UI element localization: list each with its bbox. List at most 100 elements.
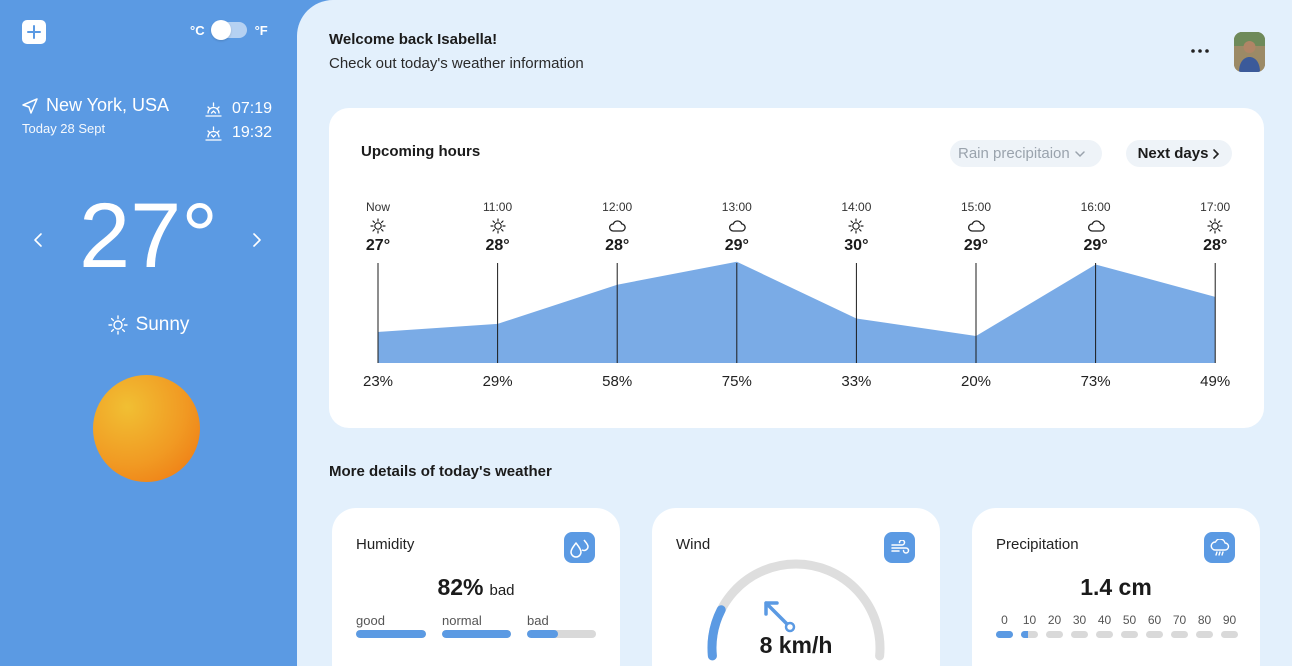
hour-time: 12:00 — [602, 200, 633, 214]
hour-time: Now — [365, 200, 390, 214]
precipitation-scale-tick: 10 — [1021, 613, 1038, 638]
precipitation-scale-tick: 40 — [1096, 613, 1113, 638]
humidity-number: 82% — [437, 574, 484, 600]
hour-column: Now 27° — [348, 200, 408, 257]
hour-temperature: 28° — [1203, 237, 1228, 254]
user-photo — [1234, 32, 1265, 72]
add-location-button[interactable] — [22, 20, 46, 44]
dropdown-value: Rain precipitaion — [958, 145, 1070, 162]
switch-knob — [210, 20, 231, 40]
chevron-right-icon — [253, 233, 261, 247]
hour-temperature: 28° — [605, 237, 630, 254]
humidity-tag: bad — [489, 582, 515, 599]
location-block: New York, USA Today 28 Sept — [22, 95, 169, 136]
humidity-scale-fill — [527, 630, 559, 638]
wind-needle-hub — [784, 621, 796, 633]
precipitation-scale-tick: 80 — [1196, 613, 1213, 638]
avatar[interactable] — [1234, 32, 1265, 72]
hour-time: 14:00 — [841, 200, 872, 214]
hour-column: 17:00 28° — [1185, 200, 1245, 257]
precipitation-percent: 33% — [841, 373, 872, 390]
sunrise-icon — [205, 101, 222, 117]
hour-time: 11:00 — [483, 200, 513, 214]
sun-times: 07:19 19:32 — [205, 97, 272, 145]
humidity-scale-bar — [356, 630, 426, 638]
cloud-icon — [1066, 215, 1126, 237]
precipitation-scale-label: 20 — [1047, 613, 1062, 627]
precipitation-scale-fill — [996, 631, 1013, 638]
hour-column: 11:00 28° — [468, 200, 528, 257]
precipitation-scale-dot — [1221, 631, 1238, 638]
precipitation-scale-dot — [1196, 631, 1213, 638]
hour-time: 17:00 — [1200, 200, 1231, 214]
precipitation-scale-label: 80 — [1197, 613, 1212, 627]
hour-time: 13:00 — [721, 200, 752, 214]
hour-column: 12:00 28° — [587, 200, 647, 257]
details-title: More details of today's weather — [329, 463, 552, 480]
plus-icon — [27, 25, 41, 39]
metric-dropdown[interactable]: Rain precipitaion — [950, 140, 1102, 167]
sun-icon — [107, 315, 128, 335]
precipitation-percent: 23% — [362, 373, 394, 390]
unit-toggle: °C °F — [190, 20, 268, 40]
precipitation-icon-badge — [1204, 532, 1235, 563]
hour-column: 16:00 29° — [1066, 200, 1126, 257]
precipitation-percent: 73% — [1080, 373, 1111, 390]
next-days-label: Next days — [1137, 145, 1209, 162]
precipitation-percent: 75% — [721, 373, 752, 390]
humidity-title: Humidity — [356, 536, 415, 553]
humidity-scale-label: normal — [442, 613, 482, 628]
next-day-button[interactable] — [247, 227, 267, 253]
upcoming-hours-title: Upcoming hours — [361, 143, 481, 160]
navigation-arrow-icon — [22, 97, 38, 114]
precipitation-scale-dot — [996, 631, 1013, 638]
chevron-down-icon — [1074, 150, 1085, 157]
hour-temperature: 29° — [1083, 237, 1108, 254]
precipitation-scale-dot — [1146, 631, 1163, 638]
welcome-subtitle: Check out today's weather information — [329, 55, 584, 72]
hour-temperature: 29° — [963, 237, 989, 254]
humidity-scale-label: good — [356, 613, 385, 628]
precipitation-scale-label: 70 — [1172, 613, 1187, 627]
precipitation-scale-fill — [1021, 631, 1028, 638]
precipitation-percent: 58% — [602, 373, 633, 390]
precipitation-scale-dot — [1096, 631, 1113, 638]
precipitation-scale-dot — [1121, 631, 1138, 638]
humidity-scale-segment: normal — [442, 613, 511, 638]
precipitation-card: Precipitation 1.4 cm 0 10 20 30 40 50 60 70 80 90 — [972, 508, 1260, 666]
sun-illustration — [93, 375, 200, 482]
humidity-drops-icon — [569, 539, 589, 558]
condition-label: Sunny — [135, 314, 190, 335]
wind-card: Wind 8 km/h — [652, 508, 940, 666]
sun-icon — [348, 215, 408, 237]
chevron-right-icon — [1213, 148, 1220, 159]
unit-switch[interactable] — [210, 20, 247, 40]
precipitation-scale-tick: 0 — [996, 613, 1013, 638]
hour-temperature: 30° — [844, 237, 869, 254]
sun-icon — [826, 215, 886, 237]
precipitation-scale-label: 10 — [1022, 613, 1037, 627]
location-name[interactable]: New York, USA — [46, 95, 169, 116]
precipitation-scale-label: 30 — [1072, 613, 1087, 627]
precipitation-title: Precipitation — [996, 536, 1079, 553]
weather-condition: Sunny — [0, 314, 297, 336]
cloud-icon — [707, 215, 767, 237]
precipitation-scale-tick: 50 — [1121, 613, 1138, 638]
precipitation-scale-tick: 60 — [1146, 613, 1163, 638]
next-days-button[interactable]: Next days — [1126, 140, 1232, 167]
current-date: Today 28 Sept — [22, 121, 106, 136]
cloud-icon — [587, 215, 647, 237]
precipitation-percent: 29% — [482, 373, 513, 390]
precipitation-scale-tick: 20 — [1046, 613, 1063, 638]
welcome-title: Welcome back Isabella! — [329, 31, 498, 48]
more-horizontal-icon — [1191, 49, 1209, 53]
more-options-button[interactable] — [1187, 40, 1213, 62]
wind-direction-needle — [764, 601, 790, 627]
precipitation-scale-dot — [1071, 631, 1088, 638]
upcoming-hours-card: Upcoming hours Rain precipitaion Next da… — [329, 108, 1264, 428]
precipitation-scale-label: 90 — [1222, 613, 1237, 627]
greeting: Welcome back Isabella! Check out today's… — [329, 31, 584, 72]
humidity-icon-badge — [564, 532, 595, 563]
humidity-card: Humidity 82% bad good normal bad — [332, 508, 620, 666]
cloud-icon — [946, 215, 1006, 237]
